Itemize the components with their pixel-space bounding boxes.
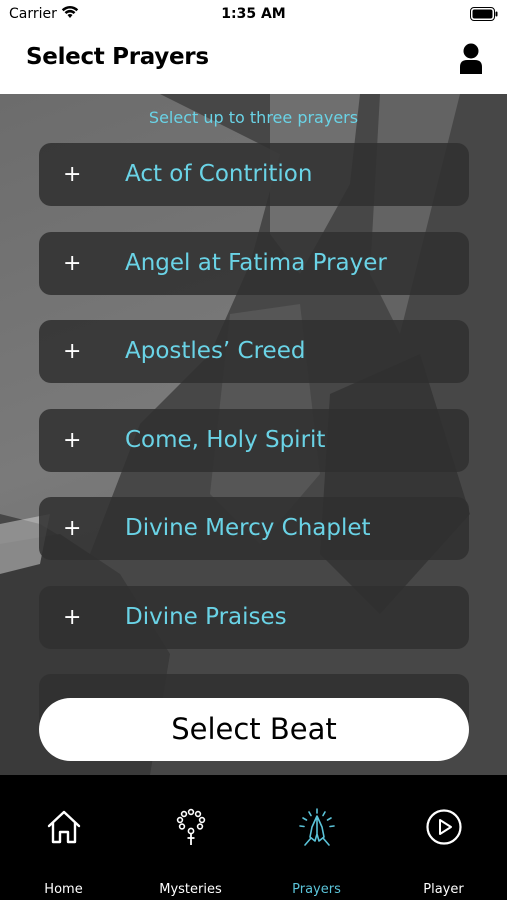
- prayer-list-area[interactable]: Select up to three prayers + Act of Cont…: [0, 94, 507, 775]
- prayer-label: Come, Holy Spirit: [125, 427, 326, 453]
- battery-icon: [470, 7, 498, 21]
- prayer-item[interactable]: + Come, Holy Spirit: [39, 409, 469, 472]
- prayer-label: Divine Praises: [125, 604, 287, 630]
- tab-label: Home: [44, 882, 83, 897]
- prayer-item[interactable]: + Angel at Fatima Prayer: [39, 232, 469, 295]
- prayer-label: Act of Contrition: [125, 161, 313, 187]
- prayer-item[interactable]: + Act of Contrition: [39, 143, 469, 206]
- tab-home[interactable]: Home: [0, 775, 127, 900]
- page-title: Select Prayers: [26, 44, 209, 70]
- plus-icon: +: [63, 516, 82, 541]
- tab-label: Mysteries: [159, 882, 222, 897]
- rosary-icon: [176, 808, 206, 845]
- select-beat-button[interactable]: Select Beat: [39, 698, 469, 761]
- tab-player[interactable]: Player: [380, 775, 507, 900]
- prayer-label: Apostles’ Creed: [125, 338, 306, 364]
- plus-icon: +: [63, 605, 82, 630]
- play-circle-icon: [426, 809, 462, 845]
- nav-bar: Select Prayers: [0, 30, 507, 94]
- tab-label: Player: [423, 882, 464, 897]
- plus-icon: +: [63, 428, 82, 453]
- tab-label: Prayers: [292, 882, 341, 897]
- person-icon[interactable]: [459, 43, 483, 75]
- plus-icon: +: [63, 162, 82, 187]
- tab-mysteries[interactable]: Mysteries: [127, 775, 254, 900]
- prayer-item[interactable]: + Divine Mercy Chaplet: [39, 497, 469, 560]
- tab-prayers[interactable]: Prayers: [253, 775, 380, 900]
- praying-hands-icon: [299, 808, 335, 846]
- plus-icon: +: [63, 251, 82, 276]
- selection-hint: Select up to three prayers: [148, 108, 359, 127]
- status-bar: Carrier 1:35 AM: [0, 0, 507, 30]
- prayer-item[interactable]: + Divine Praises: [39, 586, 469, 649]
- prayer-label: Divine Mercy Chaplet: [125, 515, 371, 541]
- tab-bar: Home Mysteries Prayers Player: [0, 775, 507, 900]
- prayer-item[interactable]: + Apostles’ Creed: [39, 320, 469, 383]
- clock: 1:35 AM: [221, 6, 286, 22]
- plus-icon: +: [63, 339, 82, 364]
- home-icon: [47, 810, 81, 844]
- prayer-label: Angel at Fatima Prayer: [125, 250, 387, 276]
